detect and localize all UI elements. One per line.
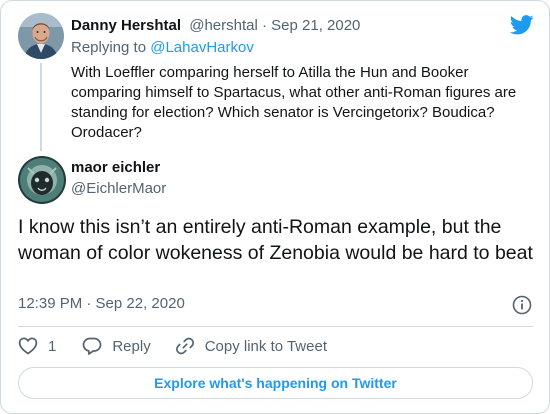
parent-tweet-text: With Loeffler comparing herself to Atill… (71, 64, 517, 141)
parent-tweet-date[interactable]: Sep 21, 2020 (271, 17, 360, 34)
embedded-tweet-card: Danny Hershtal @hershtal · Sep 21, 2020 … (0, 0, 550, 414)
like-count: 1 (48, 337, 57, 355)
reply-author-handle[interactable]: @EichlerMaor (71, 179, 166, 199)
replying-to-line: Replying to @LahavHarkov (71, 38, 254, 58)
link-icon (175, 337, 194, 355)
thread-connector-line (40, 63, 42, 151)
reply-button[interactable]: Reply (82, 336, 151, 356)
parent-tweet-header: Danny Hershtal @hershtal · Sep 21, 2020 (71, 16, 360, 36)
heart-icon (18, 337, 38, 355)
tweet-actions-bar: 1 Reply Copy link to Tweet (18, 335, 327, 357)
header-separator: · (257, 17, 272, 34)
twitter-bird-icon[interactable] (510, 15, 534, 35)
parent-author-name[interactable]: Danny Hershtal (71, 17, 181, 34)
reply-tweet-text: I know this isn’t an entirely anti-Roman… (18, 216, 533, 264)
reply-author-name[interactable]: maor eichler (71, 158, 160, 178)
reply-timestamp[interactable]: 12:39 PM · Sep 22, 2020 (18, 294, 185, 314)
copy-link-button[interactable]: Copy link to Tweet (175, 336, 327, 356)
avatar-danny-hershtal[interactable] (18, 13, 64, 59)
copy-link-label: Copy link to Tweet (204, 337, 327, 355)
like-button[interactable]: 1 (18, 336, 56, 356)
replying-to-link[interactable]: @LahavHarkov (150, 39, 254, 56)
replying-to-prefix: Replying to (71, 39, 151, 56)
info-icon[interactable] (512, 295, 532, 315)
explore-label: Explore what's happening on Twitter (154, 375, 397, 391)
speech-bubble-icon (82, 337, 102, 355)
avatar-maor-eichler[interactable] (18, 156, 66, 204)
actions-divider (18, 326, 533, 327)
reply-label: Reply (112, 337, 151, 355)
explore-twitter-button[interactable]: Explore what's happening on Twitter (18, 367, 533, 399)
parent-author-handle[interactable]: @hershtal (189, 17, 258, 34)
